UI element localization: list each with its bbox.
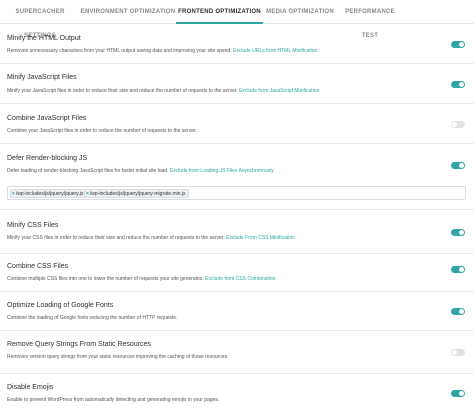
remove-tag-icon[interactable]: ×	[86, 191, 89, 197]
combine-css-toggle[interactable]	[451, 266, 465, 273]
toggle-knob	[459, 267, 464, 272]
setting-description: Minify your JavaScript files in order to…	[7, 88, 320, 94]
setting-title: Minify CSS Files	[7, 222, 59, 229]
tag-label: /wp-includes/js/jquery/jquery.js	[15, 191, 84, 197]
setting-title: Disable Emojis	[7, 384, 54, 391]
settings-tabs: SUPERCACHER SETTINGS ENVIRONMENT OPTIMIZ…	[0, 0, 474, 39]
tab-environment-optimization[interactable]: ENVIRONMENT OPTIMIZATION	[80, 0, 176, 24]
toggle-knob	[459, 230, 464, 235]
remove-tag-icon[interactable]: ×	[12, 191, 15, 197]
setting-title: Defer Render-blocking JS	[7, 155, 88, 162]
tab-media-optimization[interactable]: MEDIA OPTIMIZATION	[263, 0, 337, 24]
defer-exclude-list[interactable]: ×/wp-includes/js/jquery/jquery.js ×/wp-i…	[7, 186, 466, 200]
setting-description: Defer loading of render-blocking JavaScr…	[7, 168, 274, 174]
exclude-css-minification-link[interactable]: Exclude From CSS Minification	[226, 235, 295, 241]
setting-combine-css: Combine CSS Files Combine multiple CSS f…	[0, 254, 474, 292]
setting-description: Combine the loading of Google fonts redu…	[7, 315, 178, 321]
setting-description: Combine multiple CSS files into one to l…	[7, 276, 276, 282]
setting-combine-js: Combine JavaScript Files Combine your Ja…	[0, 104, 474, 144]
setting-minify-css: Minify CSS Files Minify your CSS files i…	[0, 210, 474, 254]
toggle-knob	[459, 309, 464, 314]
toggle-knob	[459, 42, 464, 47]
toggle-knob	[452, 122, 457, 127]
tab-frontend-optimization[interactable]: FRONTEND OPTIMIZATION	[176, 0, 263, 24]
setting-description: Minify your CSS files in order to reduce…	[7, 235, 295, 241]
minify-html-toggle[interactable]	[451, 41, 465, 48]
setting-defer-render-blocking-js: Defer Render-blocking JS Defer loading o…	[0, 144, 474, 210]
toggle-knob	[459, 391, 464, 396]
minify-css-toggle[interactable]	[451, 229, 465, 236]
tag-label: /wp-includes/js/jquery/jquery-migrate.mi…	[89, 191, 186, 197]
toggle-knob	[459, 163, 464, 168]
exclude-js-minification-link[interactable]: Exclude from JavaScript Minification	[239, 88, 319, 94]
setting-minify-js: Minify JavaScript Files Minify your Java…	[0, 64, 474, 104]
setting-description: Enable to prevent WordPress from automat…	[7, 397, 220, 403]
setting-title: Minify the HTML Output	[7, 35, 81, 42]
exclude-tag: ×/wp-includes/js/jquery/jquery-migrate.m…	[84, 189, 189, 198]
setting-description: Combine your JavaScript files in order t…	[7, 128, 197, 134]
google-fonts-toggle[interactable]	[451, 308, 465, 315]
defer-js-toggle[interactable]	[451, 162, 465, 169]
exclude-async-js-link[interactable]: Exclude from Loading JS Files Asynchrono…	[170, 168, 274, 174]
setting-optimize-google-fonts: Optimize Loading of Google Fonts Combine…	[0, 292, 474, 331]
setting-title: Combine JavaScript Files	[7, 115, 87, 122]
setting-disable-emojis: Disable Emojis Enable to prevent WordPre…	[0, 374, 474, 412]
exclude-urls-html-link[interactable]: Exclude URLs from HTML Minification	[233, 48, 317, 54]
setting-remove-query-strings: Remove Query Strings From Static Resourc…	[0, 331, 474, 374]
disable-emojis-toggle[interactable]	[451, 390, 465, 397]
setting-title: Combine CSS Files	[7, 263, 69, 270]
exclude-css-combination-link[interactable]: Exclude from CSS Combination	[205, 276, 275, 282]
exclude-tag: ×/wp-includes/js/jquery/jquery.js	[10, 189, 87, 198]
minify-js-toggle[interactable]	[451, 81, 465, 88]
setting-title: Optimize Loading of Google Fonts	[7, 302, 114, 309]
setting-title: Minify JavaScript Files	[7, 74, 77, 81]
toggle-knob	[452, 350, 457, 355]
tab-supercacher-settings[interactable]: SUPERCACHER SETTINGS	[0, 0, 80, 39]
setting-minify-html: Minify the HTML Output Removes unnecessa…	[0, 25, 474, 64]
setting-title: Remove Query Strings From Static Resourc…	[7, 341, 151, 348]
tab-performance-test[interactable]: PERFORMANCE TEST	[337, 0, 403, 39]
setting-description: Removes unnecessary characters from your…	[7, 48, 318, 54]
toggle-knob	[459, 82, 464, 87]
setting-description: Removes version query strings from your …	[7, 354, 229, 360]
query-strings-toggle[interactable]	[451, 349, 465, 356]
combine-js-toggle[interactable]	[451, 121, 465, 128]
